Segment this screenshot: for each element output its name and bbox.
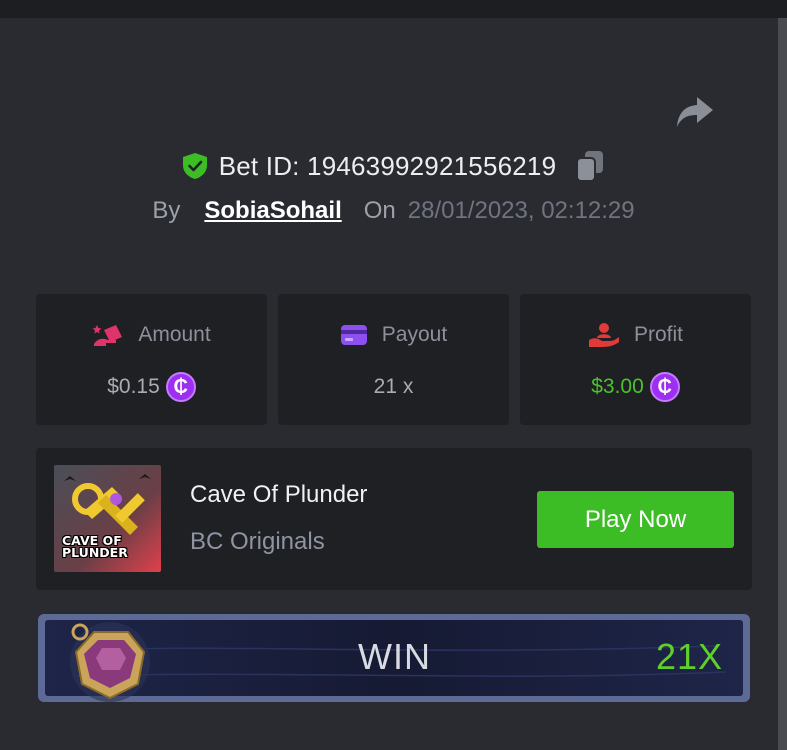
on-label: On (363, 197, 396, 224)
payout-card: Payout 21 x (278, 294, 509, 425)
copy-button[interactable] (574, 149, 606, 183)
top-bar (0, 0, 787, 18)
game-provider: BC Originals (190, 528, 325, 555)
bet-datetime: 28/01/2023, 02:12:29 (407, 197, 635, 224)
gem-icon (70, 622, 150, 702)
bet-id-row: Bet ID: 19463992921556219 (0, 146, 787, 186)
cash-hand-icon (92, 325, 123, 346)
by-label: By (152, 197, 181, 224)
amount-card: Amount $0.15 ₵ (36, 294, 267, 425)
copy-icon (576, 151, 604, 182)
bet-meta-row: By SobiaSohail On 28/01/2023, 02:12:29 (0, 194, 787, 228)
profit-value: $3.00 (591, 375, 644, 398)
payout-label: Payout (381, 323, 448, 346)
share-button[interactable] (672, 92, 718, 132)
game-thumbnail[interactable]: CAVE OF PLUNDER (54, 465, 161, 572)
amount-value: $0.15 (107, 375, 160, 398)
game-card: CAVE OF PLUNDER Cave Of Plunder BC Origi… (36, 448, 752, 590)
card-icon (340, 325, 367, 345)
coin-icon: ₵ (649, 372, 680, 402)
username-link[interactable]: SobiaSohail (204, 197, 341, 225)
coin-icon: ₵ (165, 372, 196, 402)
game-title[interactable]: Cave Of Plunder (190, 481, 367, 509)
profit-card: Profit $3.00 ₵ (520, 294, 751, 425)
scrollbar[interactable] (778, 18, 787, 750)
bet-id-label: Bet ID: 19463992921556219 (218, 150, 557, 181)
profit-hand-icon (588, 323, 619, 347)
game-thumbnail-title: CAVE OF PLUNDER (62, 533, 128, 560)
payout-value: 21 x (373, 375, 414, 398)
verified-shield-icon (181, 152, 209, 180)
profit-label: Profit (633, 323, 683, 346)
win-label: WIN (358, 636, 431, 677)
win-multiplier: 21X (656, 636, 724, 677)
amount-label: Amount (138, 323, 211, 346)
win-banner: WIN 21X (36, 610, 752, 706)
share-icon (677, 97, 713, 127)
play-now-button[interactable]: Play Now (537, 491, 734, 548)
